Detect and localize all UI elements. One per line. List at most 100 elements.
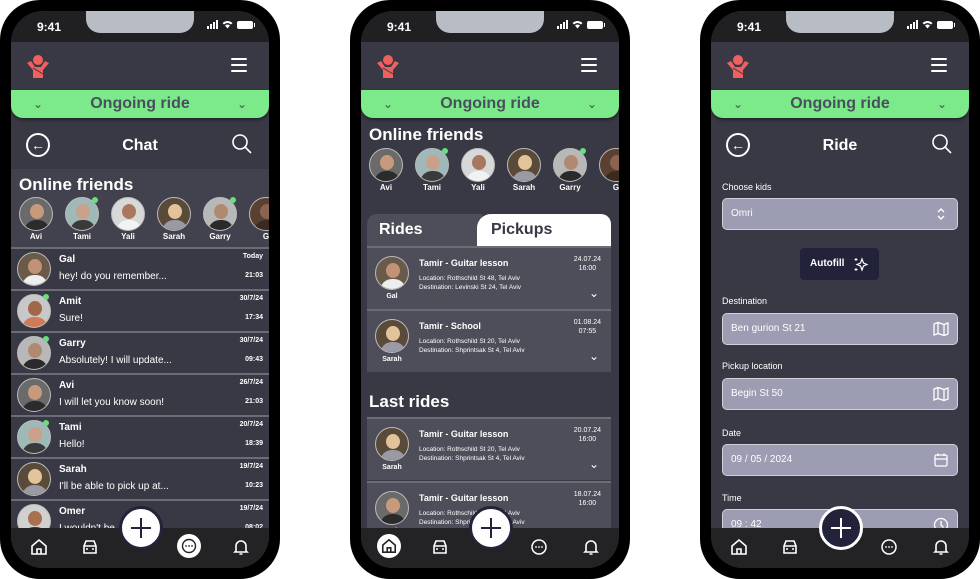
status-bar: 9:41: [711, 11, 969, 42]
bell-icon[interactable]: [932, 538, 950, 556]
hamburger-menu-icon[interactable]: [231, 58, 247, 72]
search-icon[interactable]: [231, 133, 253, 155]
online-indicator: [442, 148, 448, 154]
bell-icon[interactable]: [582, 538, 600, 556]
online-indicator: [230, 197, 236, 203]
car-icon[interactable]: [81, 538, 99, 556]
plus-icon: [131, 518, 151, 538]
ongoing-ride-banner[interactable]: ⌄ Ongoing ride ⌄: [361, 90, 619, 118]
friend-avatar[interactable]: Sarah: [157, 197, 191, 241]
friend-avatar[interactable]: Yali: [461, 148, 495, 192]
chevron-down-icon[interactable]: ⌄: [383, 90, 393, 118]
destination-label: Destination: [722, 296, 768, 306]
signal-icon: [907, 20, 918, 29]
chat-list-item[interactable]: Gal hey! do you remember... Today 21:03: [11, 247, 269, 289]
logo-icon[interactable]: [25, 54, 51, 80]
map-icon[interactable]: [933, 321, 949, 337]
friends-row: Avi Tami Yali Sarah Garry G: [369, 148, 619, 192]
logo-icon[interactable]: [375, 54, 401, 80]
pickup-card[interactable]: Gal Tamir - Guitar lesson Location: Roth…: [367, 246, 611, 309]
time-label: Time: [722, 493, 742, 503]
car-icon[interactable]: [431, 538, 449, 556]
battery-icon: [587, 20, 605, 29]
chat-bubble-icon: [181, 538, 197, 554]
hamburger-menu-icon[interactable]: [931, 58, 947, 72]
friend-avatar[interactable]: G: [249, 197, 269, 241]
date-label: Date: [722, 428, 742, 438]
friend-avatar[interactable]: Avi: [369, 148, 403, 192]
tab-pickups[interactable]: Pickups: [477, 214, 611, 246]
chevron-down-icon[interactable]: ⌄: [733, 90, 743, 118]
wifi-icon: [572, 21, 583, 29]
search-icon[interactable]: [931, 133, 953, 155]
chevron-down-icon[interactable]: ⌄: [937, 90, 947, 118]
autofill-button[interactable]: Autofill: [800, 248, 879, 280]
destination-input[interactable]: Ben gurion St 21: [722, 313, 958, 345]
status-bar: 9:41: [361, 11, 619, 42]
choose-kids-select[interactable]: Omri: [722, 198, 958, 230]
home-icon[interactable]: [30, 538, 48, 556]
expand-chevron-icon[interactable]: ⌄: [589, 457, 599, 471]
map-icon[interactable]: [933, 386, 949, 402]
status-icons: [907, 20, 955, 29]
add-button[interactable]: [819, 506, 863, 550]
pickup-card[interactable]: Sarah Tamir - School Location: Rothschil…: [367, 309, 611, 372]
chat-list-item[interactable]: Sarah I'll be able to pick up at... 19/7/2…: [11, 457, 269, 499]
friend-avatar[interactable]: Tami: [65, 197, 99, 241]
chat-bubble-icon[interactable]: [880, 538, 898, 556]
tab-rides[interactable]: Rides: [367, 214, 482, 246]
chat-list-item[interactable]: Amit Sure! 30/7/24 17:34: [11, 289, 269, 331]
avatar: [17, 252, 51, 286]
date-input[interactable]: 09 / 05 / 2024: [722, 444, 958, 476]
rides-tabs: Rides Pickups: [367, 214, 611, 246]
ongoing-ride-label: Ongoing ride: [90, 95, 190, 112]
add-button[interactable]: [469, 506, 513, 550]
friend-avatar[interactable]: G: [599, 148, 619, 192]
chevron-down-icon[interactable]: ⌄: [33, 90, 43, 118]
chevron-down-icon[interactable]: ⌄: [587, 90, 597, 118]
calendar-icon[interactable]: [933, 452, 949, 468]
friends-row: Avi Tami Yali Sarah Garry G: [19, 197, 269, 241]
status-time: 9:41: [37, 20, 62, 34]
friend-avatar[interactable]: Garry: [553, 148, 587, 192]
expand-chevron-icon[interactable]: ⌄: [589, 286, 599, 300]
plus-icon: [481, 518, 501, 538]
avatar: [375, 491, 409, 525]
avatar: [111, 197, 145, 231]
logo-icon[interactable]: [725, 54, 751, 80]
page-header: ← Chat: [11, 123, 269, 167]
home-icon[interactable]: [730, 538, 748, 556]
pickup-location-input[interactable]: Begin St 50: [722, 378, 958, 410]
chat-list: Gal hey! do you remember... Today 21:03 Ami…: [11, 247, 269, 541]
last-ride-card[interactable]: Sarah Tamir - Guitar lesson Location: Ro…: [367, 417, 611, 480]
signal-icon: [207, 20, 218, 29]
friend-avatar[interactable]: Avi: [19, 197, 53, 241]
chat-nav-active[interactable]: [177, 534, 201, 558]
ongoing-ride-banner[interactable]: ⌄ Ongoing ride ⌄: [11, 90, 269, 118]
status-icons: [557, 20, 605, 29]
ongoing-ride-banner[interactable]: ⌄ Ongoing ride ⌄: [711, 90, 969, 118]
avatar: [375, 319, 409, 353]
friend-avatar[interactable]: Garry: [203, 197, 237, 241]
friend-avatar[interactable]: Tami: [415, 148, 449, 192]
chevron-down-icon[interactable]: ⌄: [237, 90, 247, 118]
wifi-icon: [922, 21, 933, 29]
top-bar: [361, 42, 619, 90]
chat-bubble-icon[interactable]: [530, 538, 548, 556]
notch: [786, 11, 894, 33]
add-button[interactable]: [119, 506, 163, 550]
friend-avatar[interactable]: Yali: [111, 197, 145, 241]
chat-list-item[interactable]: Avi I will let you know soon! 26/7/24 21:03: [11, 373, 269, 415]
bell-icon[interactable]: [232, 538, 250, 556]
status-bar: 9:41: [11, 11, 269, 42]
notch: [86, 11, 194, 33]
avatar: [249, 197, 269, 231]
chat-list-item[interactable]: Tami Hello! 20/7/24 18:39: [11, 415, 269, 457]
home-nav-active[interactable]: [377, 534, 401, 558]
expand-chevron-icon[interactable]: ⌄: [589, 349, 599, 363]
page-header: ← Ride: [711, 123, 969, 167]
chat-list-item[interactable]: Garry Absolutely! I will update... 30/7/24…: [11, 331, 269, 373]
friend-avatar[interactable]: Sarah: [507, 148, 541, 192]
car-icon[interactable]: [781, 538, 799, 556]
hamburger-menu-icon[interactable]: [581, 58, 597, 72]
